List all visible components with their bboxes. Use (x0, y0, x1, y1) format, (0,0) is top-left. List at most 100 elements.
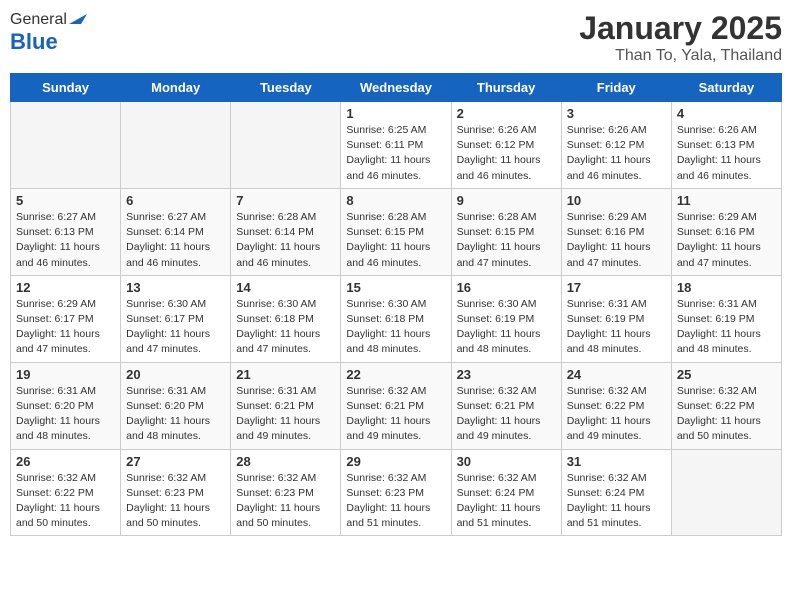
day-info: Sunrise: 6:31 AMSunset: 6:19 PMDaylight:… (677, 297, 776, 358)
calendar-week-row: 26 Sunrise: 6:32 AMSunset: 6:22 PMDayligh… (11, 449, 782, 536)
calendar-cell: 21 Sunrise: 6:31 AMSunset: 6:21 PMDayligh… (231, 362, 341, 449)
day-number: 7 (236, 193, 335, 208)
day-info: Sunrise: 6:26 AMSunset: 6:13 PMDaylight:… (677, 123, 776, 184)
calendar-cell: 7 Sunrise: 6:28 AMSunset: 6:14 PMDaylight… (231, 188, 341, 275)
calendar-cell: 12 Sunrise: 6:29 AMSunset: 6:17 PMDayligh… (11, 275, 121, 362)
day-info: Sunrise: 6:28 AMSunset: 6:15 PMDaylight:… (457, 210, 556, 271)
weekday-header: Sunday (11, 74, 121, 102)
day-number: 23 (457, 367, 556, 382)
day-info: Sunrise: 6:31 AMSunset: 6:19 PMDaylight:… (567, 297, 666, 358)
day-number: 6 (126, 193, 225, 208)
calendar-cell: 30 Sunrise: 6:32 AMSunset: 6:24 PMDayligh… (451, 449, 561, 536)
calendar-header-row: SundayMondayTuesdayWednesdayThursdayFrid… (11, 74, 782, 102)
day-info: Sunrise: 6:32 AMSunset: 6:21 PMDaylight:… (346, 384, 445, 445)
day-info: Sunrise: 6:32 AMSunset: 6:22 PMDaylight:… (677, 384, 776, 445)
day-info: Sunrise: 6:32 AMSunset: 6:23 PMDaylight:… (126, 471, 225, 532)
calendar-cell: 10 Sunrise: 6:29 AMSunset: 6:16 PMDayligh… (561, 188, 671, 275)
weekday-header: Thursday (451, 74, 561, 102)
logo-blue-text: Blue (10, 29, 58, 54)
day-number: 19 (16, 367, 115, 382)
day-info: Sunrise: 6:31 AMSunset: 6:20 PMDaylight:… (16, 384, 115, 445)
day-number: 12 (16, 280, 115, 295)
day-info: Sunrise: 6:32 AMSunset: 6:24 PMDaylight:… (457, 471, 556, 532)
day-number: 14 (236, 280, 335, 295)
day-info: Sunrise: 6:25 AMSunset: 6:11 PMDaylight:… (346, 123, 445, 184)
calendar-table: SundayMondayTuesdayWednesdayThursdayFrid… (10, 73, 782, 536)
day-number: 26 (16, 454, 115, 469)
day-info: Sunrise: 6:32 AMSunset: 6:24 PMDaylight:… (567, 471, 666, 532)
day-number: 3 (567, 106, 666, 121)
day-info: Sunrise: 6:30 AMSunset: 6:19 PMDaylight:… (457, 297, 556, 358)
day-info: Sunrise: 6:32 AMSunset: 6:23 PMDaylight:… (236, 471, 335, 532)
day-number: 15 (346, 280, 445, 295)
calendar-week-row: 19 Sunrise: 6:31 AMSunset: 6:20 PMDayligh… (11, 362, 782, 449)
day-number: 21 (236, 367, 335, 382)
day-info: Sunrise: 6:30 AMSunset: 6:18 PMDaylight:… (236, 297, 335, 358)
logo: General Blue (10, 10, 87, 55)
calendar-cell: 8Sunrise: 6:28 AMSunset: 6:15 PMDaylight… (341, 188, 451, 275)
day-number: 9 (457, 193, 556, 208)
day-info: Sunrise: 6:32 AMSunset: 6:23 PMDaylight:… (346, 471, 445, 532)
day-info: Sunrise: 6:32 AMSunset: 6:21 PMDaylight:… (457, 384, 556, 445)
day-number: 17 (567, 280, 666, 295)
calendar-cell: 9 Sunrise: 6:28 AMSunset: 6:15 PMDaylight… (451, 188, 561, 275)
day-number: 20 (126, 367, 225, 382)
day-info: Sunrise: 6:32 AMSunset: 6:22 PMDaylight:… (16, 471, 115, 532)
calendar-cell: 6 Sunrise: 6:27 AMSunset: 6:14 PMDaylight… (121, 188, 231, 275)
weekday-header: Wednesday (341, 74, 451, 102)
calendar-week-row: 12 Sunrise: 6:29 AMSunset: 6:17 PMDayligh… (11, 275, 782, 362)
calendar-cell (231, 102, 341, 189)
calendar-cell: 29 Sunrise: 6:32 AMSunset: 6:23 PMDayligh… (341, 449, 451, 536)
calendar-title-block: January 2025 Than To, Yala, Thailand (579, 10, 782, 65)
day-info: Sunrise: 6:27 AMSunset: 6:14 PMDaylight:… (126, 210, 225, 271)
day-info: Sunrise: 6:31 AMSunset: 6:20 PMDaylight:… (126, 384, 225, 445)
calendar-cell: 31 Sunrise: 6:32 AMSunset: 6:24 PMDayligh… (561, 449, 671, 536)
day-number: 31 (567, 454, 666, 469)
calendar-cell: 22 Sunrise: 6:32 AMSunset: 6:21 PMDayligh… (341, 362, 451, 449)
day-number: 28 (236, 454, 335, 469)
calendar-cell: 11 Sunrise: 6:29 AMSunset: 6:16 PMDayligh… (671, 188, 781, 275)
calendar-cell: 28 Sunrise: 6:32 AMSunset: 6:23 PMDayligh… (231, 449, 341, 536)
calendar-cell (11, 102, 121, 189)
day-number: 2 (457, 106, 556, 121)
calendar-cell: 23 Sunrise: 6:32 AMSunset: 6:21 PMDayligh… (451, 362, 561, 449)
day-info: Sunrise: 6:31 AMSunset: 6:21 PMDaylight:… (236, 384, 335, 445)
day-info: Sunrise: 6:29 AMSunset: 6:17 PMDaylight:… (16, 297, 115, 358)
day-number: 4 (677, 106, 776, 121)
day-number: 11 (677, 193, 776, 208)
day-number: 22 (346, 367, 445, 382)
weekday-header: Saturday (671, 74, 781, 102)
calendar-cell: 2Sunrise: 6:26 AMSunset: 6:12 PMDaylight… (451, 102, 561, 189)
calendar-week-row: 1 Sunrise: 6:25 AMSunset: 6:11 PMDaylight… (11, 102, 782, 189)
day-number: 8 (346, 193, 445, 208)
day-info: Sunrise: 6:28 AMSunset: 6:14 PMDaylight:… (236, 210, 335, 271)
calendar-title: January 2025 (579, 10, 782, 47)
calendar-cell: 17 Sunrise: 6:31 AMSunset: 6:19 PMDayligh… (561, 275, 671, 362)
calendar-cell: 27 Sunrise: 6:32 AMSunset: 6:23 PMDayligh… (121, 449, 231, 536)
page-header: General Blue January 2025 Than To, Yala,… (10, 10, 782, 65)
day-number: 27 (126, 454, 225, 469)
day-number: 1 (346, 106, 445, 121)
calendar-cell: 24 Sunrise: 6:32 AMSunset: 6:22 PMDayligh… (561, 362, 671, 449)
weekday-header: Friday (561, 74, 671, 102)
calendar-cell: 3 Sunrise: 6:26 AMSunset: 6:12 PMDaylight… (561, 102, 671, 189)
weekday-header: Monday (121, 74, 231, 102)
calendar-cell: 13Sunrise: 6:30 AMSunset: 6:17 PMDayligh… (121, 275, 231, 362)
day-info: Sunrise: 6:32 AMSunset: 6:22 PMDaylight:… (567, 384, 666, 445)
day-number: 24 (567, 367, 666, 382)
day-number: 18 (677, 280, 776, 295)
calendar-cell (121, 102, 231, 189)
day-number: 13 (126, 280, 225, 295)
day-info: Sunrise: 6:29 AMSunset: 6:16 PMDaylight:… (567, 210, 666, 271)
day-info: Sunrise: 6:30 AMSunset: 6:18 PMDaylight:… (346, 297, 445, 358)
day-number: 25 (677, 367, 776, 382)
day-info: Sunrise: 6:26 AMSunset: 6:12 PMDaylight:… (567, 123, 666, 184)
day-number: 16 (457, 280, 556, 295)
day-info: Sunrise: 6:29 AMSunset: 6:16 PMDaylight:… (677, 210, 776, 271)
day-number: 30 (457, 454, 556, 469)
calendar-cell: 1 Sunrise: 6:25 AMSunset: 6:11 PMDaylight… (341, 102, 451, 189)
logo-bird-icon (69, 10, 87, 24)
day-number: 29 (346, 454, 445, 469)
day-number: 10 (567, 193, 666, 208)
calendar-subtitle: Than To, Yala, Thailand (579, 47, 782, 65)
